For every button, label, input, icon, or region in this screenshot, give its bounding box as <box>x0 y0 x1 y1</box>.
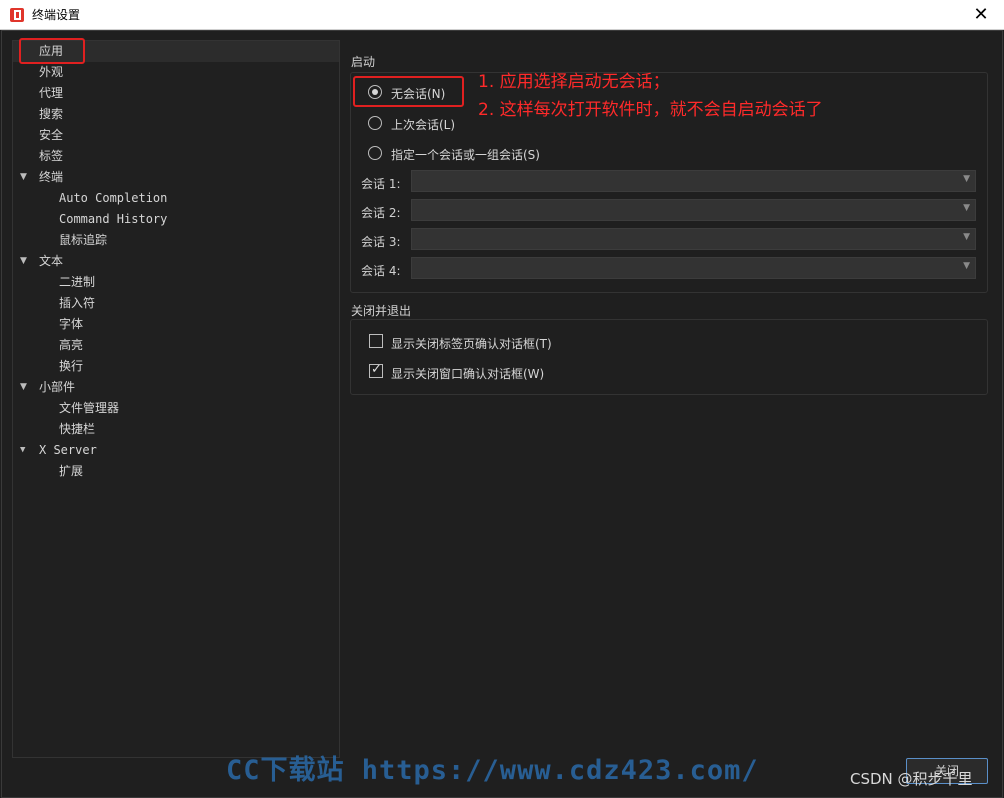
tree-item-proxy[interactable]: 代理 <box>39 83 63 104</box>
session-3-select[interactable]: ▼ <box>411 228 976 250</box>
session-1-select[interactable]: ▼ <box>411 170 976 192</box>
radio-last-session[interactable] <box>368 116 382 130</box>
close-button[interactable]: ✕ <box>958 0 1004 30</box>
chevron-down-icon[interactable]: ▼ <box>20 167 30 188</box>
tree-item-tabs[interactable]: 标签 <box>39 146 63 167</box>
chevron-down-icon[interactable]: ▼ <box>20 251 30 272</box>
annotation-line-1: 1. 应用选择启动无会话； <box>478 72 670 92</box>
window-title: 终端设置 <box>32 8 81 22</box>
radio-specified-sessions-label[interactable]: 指定一个会话或一组会话(S) <box>391 146 540 163</box>
annotation-line-2: 2. 这样每次打开软件时，就不会自启动会话了 <box>478 100 823 120</box>
chevron-down-icon[interactable]: ▼ <box>20 440 30 461</box>
tree-item-font[interactable]: 字体 <box>59 314 83 335</box>
close-exit-group-title: 关闭并退出 <box>351 304 412 318</box>
tree-item-caret[interactable]: 插入符 <box>59 293 95 314</box>
radio-last-session-label[interactable]: 上次会话(L) <box>391 116 455 133</box>
chevron-down-icon[interactable]: ▼ <box>20 377 30 398</box>
confirm-close-window-checkbox[interactable]: ✓ <box>369 362 383 378</box>
session-1-label: 会话 1: <box>361 177 401 191</box>
tree-item-wrap[interactable]: 换行 <box>59 356 83 377</box>
tree-item-extensions[interactable]: 扩展 <box>59 461 83 482</box>
session-3-label: 会话 3: <box>361 235 401 249</box>
tree-item-security[interactable]: 安全 <box>39 125 63 146</box>
close-exit-group <box>350 319 988 395</box>
watermark-text: CC下载站 https://www.cdz423.com/ <box>226 755 759 786</box>
tree-item-terminal[interactable]: ▼ 终端 <box>13 167 213 188</box>
session-2-label: 会话 2: <box>361 206 401 220</box>
checkmark-icon: ✓ <box>371 362 382 377</box>
tree-item-appearance[interactable]: 外观 <box>39 62 63 83</box>
tree-item-mouse-tracking[interactable]: 鼠标追踪 <box>59 230 107 251</box>
chevron-down-icon: ▼ <box>963 261 970 271</box>
highlight-box-app <box>19 38 85 64</box>
chevron-down-icon: ▼ <box>963 174 970 184</box>
radio-specified-sessions[interactable] <box>368 146 382 160</box>
title-bar: 终端设置 ✕ <box>0 0 1004 30</box>
session-2-select[interactable]: ▼ <box>411 199 976 221</box>
tree-item-quickbar[interactable]: 快捷栏 <box>59 419 95 440</box>
startup-group-title: 启动 <box>351 55 376 69</box>
tree-item-command-history[interactable]: Command History <box>59 209 167 230</box>
settings-dialog: 应用 外观 代理 搜索 安全 标签 ▼ 终端 Auto Completion C… <box>1 30 1003 798</box>
tree-item-file-manager[interactable]: 文件管理器 <box>59 398 119 419</box>
tree-item-text[interactable]: ▼ 文本 <box>13 251 213 272</box>
tree-item-x-server[interactable]: ▼ X Server <box>13 440 213 461</box>
confirm-close-window-label[interactable]: 显示关闭窗口确认对话框(W) <box>391 365 544 382</box>
session-4-select[interactable]: ▼ <box>411 257 976 279</box>
tree-item-auto-completion[interactable]: Auto Completion <box>59 188 167 209</box>
tree-item-search[interactable]: 搜索 <box>39 104 63 125</box>
close-icon: ✕ <box>973 4 989 25</box>
credit-text: CSDN @积步千里 <box>850 770 973 788</box>
tree-item-widgets[interactable]: ▼ 小部件 <box>13 377 213 398</box>
confirm-close-tab-checkbox[interactable] <box>369 334 383 348</box>
highlight-box-no-session <box>353 76 464 107</box>
session-4-label: 会话 4: <box>361 264 401 278</box>
confirm-close-tab-label[interactable]: 显示关闭标签页确认对话框(T) <box>391 335 552 352</box>
app-logo-icon <box>10 8 24 22</box>
settings-tree: 应用 外观 代理 搜索 安全 标签 ▼ 终端 Auto Completion C… <box>12 40 340 758</box>
chevron-down-icon: ▼ <box>963 232 970 242</box>
chevron-down-icon: ▼ <box>963 203 970 213</box>
tree-item-binary[interactable]: 二进制 <box>59 272 95 293</box>
tree-item-highlight[interactable]: 高亮 <box>59 335 83 356</box>
